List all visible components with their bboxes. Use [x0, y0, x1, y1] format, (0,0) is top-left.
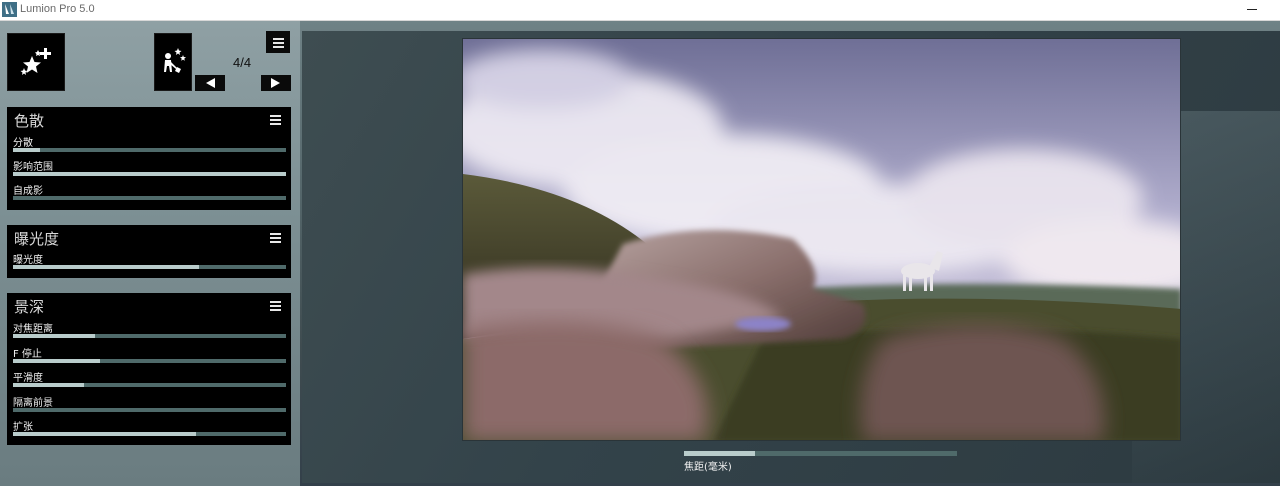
effect-panel-exposure: 曝光度 曝光度	[7, 225, 291, 278]
slider-range[interactable]	[13, 172, 286, 176]
sparkles-plus-icon	[20, 48, 51, 75]
add-effect-button[interactable]	[7, 33, 65, 91]
slider-smoothness[interactable]	[13, 383, 286, 387]
slider-self-shadow[interactable]	[13, 196, 286, 200]
page-indicator: 4/4	[233, 55, 252, 70]
focal-length-label: 焦距(毫米)	[684, 462, 732, 473]
scene-preview-image	[463, 39, 1180, 440]
slider-exposure[interactable]	[13, 265, 286, 269]
slider-focus-distance[interactable]	[13, 334, 286, 338]
effect-panel-chromatic: 色散 分散 影响范围 自成影	[7, 107, 291, 210]
focal-length-slider[interactable]	[684, 451, 957, 456]
slider-label: 自成影	[13, 186, 43, 197]
slider-label: 平滑度	[13, 373, 43, 384]
painter-stars-icon	[164, 48, 186, 73]
slider-expand[interactable]	[13, 432, 286, 436]
panel-menu-icon[interactable]	[270, 301, 281, 311]
effect-panel-depth-of-field: 景深 对焦距离 F 停止 平滑度 隔离前景 扩张	[7, 293, 291, 445]
slider-label: 影响范围	[13, 162, 53, 173]
lumion-logo-icon	[2, 2, 17, 17]
title-bar: Lumion Pro 5.0	[0, 0, 1280, 21]
triangle-left-icon	[206, 78, 215, 88]
hamburger-icon	[272, 37, 284, 48]
slider-label: 分散	[13, 138, 33, 149]
window-title: Lumion Pro 5.0	[20, 3, 95, 15]
slider-f-stop[interactable]	[13, 359, 286, 363]
slider-label: 曝光度	[13, 255, 43, 266]
next-page-button[interactable]	[261, 75, 291, 91]
panel-menu-icon[interactable]	[270, 115, 281, 125]
current-effect-thumbnail[interactable]	[154, 33, 192, 91]
panel-menu-icon[interactable]	[270, 233, 281, 243]
slider-label: 对焦距离	[13, 324, 53, 335]
panel-title: 色散	[14, 112, 45, 130]
slider-label: F 停止	[13, 349, 42, 360]
prev-page-button[interactable]	[195, 75, 225, 91]
slider-label: 扩张	[13, 422, 33, 433]
effects-menu-button[interactable]	[266, 31, 290, 53]
slider-isolate-foreground[interactable]	[13, 408, 286, 412]
render-viewport[interactable]	[462, 38, 1181, 441]
slider-label: 隔离前景	[13, 398, 53, 409]
triangle-right-icon	[271, 78, 280, 88]
minimize-button[interactable]	[1240, 0, 1264, 20]
slider-dispersion[interactable]	[13, 148, 286, 152]
panel-title: 景深	[14, 298, 45, 316]
panel-title: 曝光度	[14, 230, 60, 248]
